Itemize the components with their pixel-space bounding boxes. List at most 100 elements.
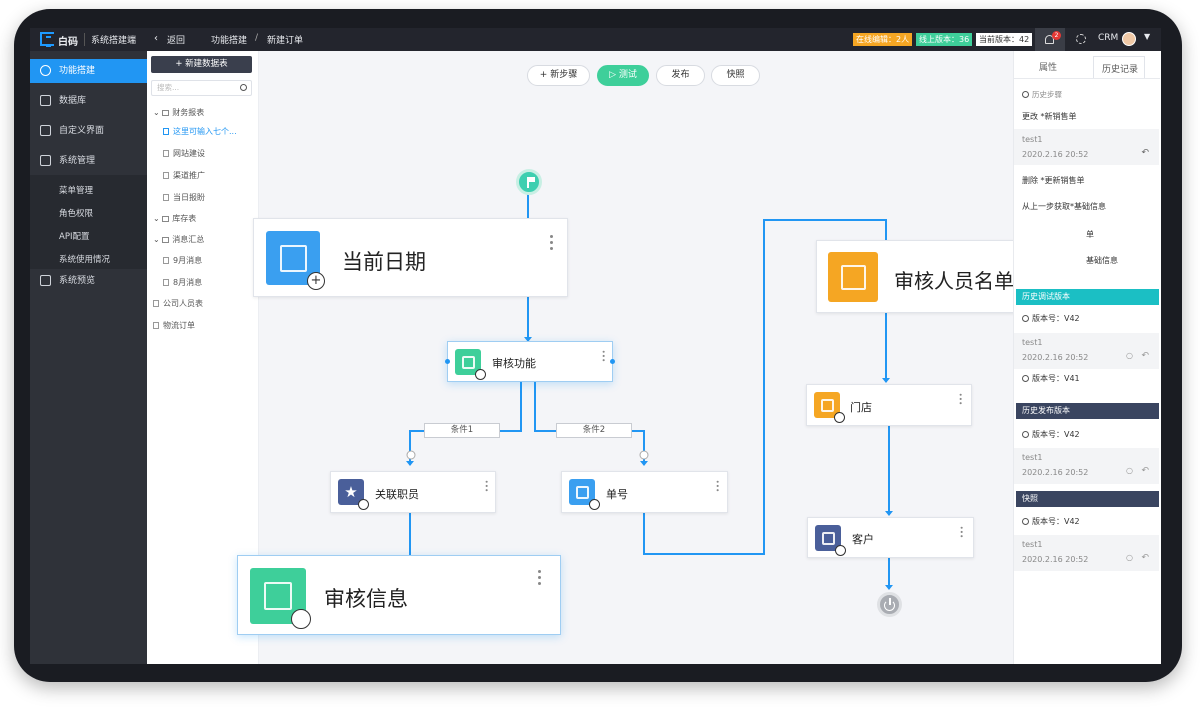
tree-folder[interactable]: ⌄ 财务报表 bbox=[153, 107, 204, 118]
flow-node-store[interactable]: 门店 bbox=[806, 384, 972, 426]
entry-time: 2020.2.16 20:52 bbox=[1022, 150, 1089, 159]
submenu-item-roles[interactable]: 角色权限 bbox=[59, 207, 93, 219]
current-version-badge: 当前版本：42 bbox=[976, 33, 1033, 46]
undo-icon[interactable]: ↶ bbox=[1141, 148, 1149, 158]
notification-button[interactable]: 2 bbox=[1035, 28, 1065, 51]
version-number[interactable]: 版本号：V42 bbox=[1022, 516, 1080, 527]
submenu-item-api[interactable]: API配置 bbox=[59, 230, 89, 242]
cursor-icon bbox=[835, 545, 846, 556]
node-title: 关联职员 bbox=[375, 488, 419, 501]
search-icon[interactable]: ○ bbox=[1126, 351, 1133, 360]
tree-item[interactable]: 网站建设 bbox=[163, 148, 205, 159]
search-icon[interactable]: ○ bbox=[1126, 553, 1133, 562]
avatar[interactable] bbox=[1122, 32, 1136, 46]
undo-icon[interactable]: ↶ bbox=[1141, 466, 1149, 476]
tree-node-label: 财务报表 bbox=[172, 108, 205, 117]
folder-icon bbox=[162, 216, 170, 222]
tree-folder[interactable]: ⌄ 消息汇总 bbox=[153, 234, 204, 245]
gear-icon[interactable] bbox=[1076, 34, 1086, 44]
undo-icon[interactable]: ↶ bbox=[1141, 351, 1149, 361]
submenu-item-menus[interactable]: 菜单管理 bbox=[59, 184, 93, 196]
history-entry[interactable]: 基础信息 bbox=[1086, 255, 1118, 266]
tree-item[interactable]: 8月消息 bbox=[163, 277, 202, 288]
flow-node-staff[interactable]: ★ 关联职员 bbox=[330, 471, 496, 513]
new-table-button[interactable]: + 新建数据表 bbox=[151, 56, 252, 73]
tree-node-label: 8月消息 bbox=[173, 278, 203, 287]
search-icon[interactable] bbox=[240, 84, 247, 91]
tree-item-selected[interactable]: 这里可输入七个... bbox=[163, 126, 237, 137]
tree-item[interactable]: 渠道推广 bbox=[163, 170, 205, 181]
logo-icon bbox=[40, 32, 54, 47]
sidebar-item-preview[interactable]: 系统预览 bbox=[30, 269, 147, 293]
version-user: test1 bbox=[1022, 338, 1043, 347]
undo-icon[interactable]: ↶ bbox=[1141, 553, 1149, 563]
sidebar-item-custom-ui[interactable]: 自定义界面 bbox=[30, 119, 147, 143]
history-entry-detail[interactable]: test1 2020.2.16 20:52 ↶ bbox=[1014, 129, 1159, 165]
version-user: test1 bbox=[1022, 540, 1043, 549]
document-icon bbox=[163, 194, 169, 201]
tree-item[interactable]: 物流订单 bbox=[153, 320, 195, 331]
more-icon[interactable] bbox=[602, 350, 606, 364]
more-icon[interactable] bbox=[485, 480, 489, 494]
tree-node-label: 9月消息 bbox=[173, 256, 203, 265]
flow-node-review-function[interactable]: 审核功能 bbox=[445, 341, 615, 382]
sidebar-item-database[interactable]: 数据库 bbox=[30, 89, 147, 113]
clock-icon bbox=[1022, 375, 1029, 382]
section-debug-versions: 历史调试版本 bbox=[1016, 289, 1159, 305]
power-icon[interactable] bbox=[877, 592, 902, 617]
app-screen: 白码 系统搭建端 ‹ 返回 功能搭建 / 新建订单 在线编辑：2人 线上版本：3… bbox=[30, 28, 1161, 664]
cube-icon bbox=[569, 479, 600, 510]
clock-icon bbox=[1022, 315, 1029, 322]
tab-properties[interactable]: 属性 bbox=[1039, 60, 1057, 73]
submenu: 菜单管理 角色权限 API配置 系统使用情况 bbox=[30, 175, 147, 269]
flow-node-order-number[interactable]: 单号 bbox=[561, 471, 728, 513]
back-link[interactable]: 返回 bbox=[167, 33, 185, 46]
tree-folder[interactable]: ⌄ 库存表 bbox=[153, 213, 196, 224]
more-icon[interactable] bbox=[959, 393, 963, 407]
breadcrumb-parent[interactable]: 功能搭建 bbox=[211, 33, 247, 46]
document-icon bbox=[153, 322, 159, 329]
online-editing-badge: 在线编辑：2人 bbox=[853, 33, 913, 46]
version-number[interactable]: 版本号：V42 bbox=[1022, 429, 1080, 440]
tree-item[interactable]: 当日报盼 bbox=[163, 192, 205, 203]
tab-history[interactable]: 历史记录 bbox=[1093, 56, 1145, 78]
more-icon[interactable] bbox=[960, 526, 964, 540]
condition-label-1[interactable]: 条件1 bbox=[424, 423, 500, 438]
search-icon[interactable]: ○ bbox=[1126, 466, 1133, 475]
flag-icon[interactable] bbox=[516, 169, 542, 195]
history-entry[interactable]: 从上一步获取*基础信息 bbox=[1022, 201, 1106, 212]
history-entry[interactable]: 更改 *新销售单 bbox=[1022, 111, 1077, 122]
app-name[interactable]: CRM bbox=[1098, 33, 1118, 43]
tree-item[interactable]: 公司人员表 bbox=[153, 298, 203, 309]
breadcrumb-current: 新建订单 bbox=[267, 36, 304, 46]
history-entry[interactable]: 删除 *更新销售单 bbox=[1022, 175, 1085, 186]
sidebar-item-build[interactable]: 功能搭建 bbox=[30, 59, 147, 83]
version-detail[interactable]: test1 2020.2.16 20:52 ○ ↶ bbox=[1014, 333, 1159, 369]
version-detail[interactable]: test1 2020.2.16 20:52 ○ ↶ bbox=[1014, 535, 1159, 571]
sidebar-item-system-management[interactable]: 系统管理 bbox=[30, 149, 147, 173]
custom-ui-icon bbox=[40, 125, 51, 136]
submenu-item-usage[interactable]: 系统使用情况 bbox=[59, 253, 110, 265]
version-number[interactable]: 版本号：V41 bbox=[1022, 373, 1080, 384]
tree-search-input[interactable]: 搜索... bbox=[151, 80, 252, 96]
flow-node-customer[interactable]: 客户 bbox=[807, 517, 974, 558]
stack-icon bbox=[250, 568, 311, 629]
flow-node-review-info[interactable]: 审核信息 bbox=[237, 555, 561, 635]
more-icon[interactable] bbox=[550, 235, 554, 253]
tree-node-label: 当日报盼 bbox=[173, 193, 205, 202]
condition-label-2[interactable]: 条件2 bbox=[556, 423, 632, 438]
entry-user: test1 bbox=[1022, 135, 1043, 144]
sidebar-item-label: 功能搭建 bbox=[59, 66, 96, 76]
back-chevron-icon[interactable]: ‹ bbox=[154, 33, 158, 44]
online-version-badge: 线上版本：36 bbox=[916, 33, 973, 46]
version-detail[interactable]: test1 2020.2.16 20:52 ○ ↶ bbox=[1014, 448, 1159, 484]
tree-item[interactable]: 9月消息 bbox=[163, 255, 202, 266]
history-entry[interactable]: 单 bbox=[1086, 229, 1094, 240]
more-icon[interactable] bbox=[716, 480, 720, 494]
chevron-down-icon[interactable]: ▼ bbox=[1144, 32, 1150, 41]
version-number[interactable]: 版本号：V42 bbox=[1022, 313, 1080, 324]
cursor-icon bbox=[589, 499, 600, 510]
flow-node-current-date[interactable]: + 当前日期 bbox=[253, 218, 568, 297]
more-icon[interactable] bbox=[538, 570, 542, 588]
flow-canvas[interactable]: + 新步骤 ▷ 测试 发布 快照 条件1 条件2 + 当前日期 审核功能 ★ 关… bbox=[237, 51, 1108, 664]
